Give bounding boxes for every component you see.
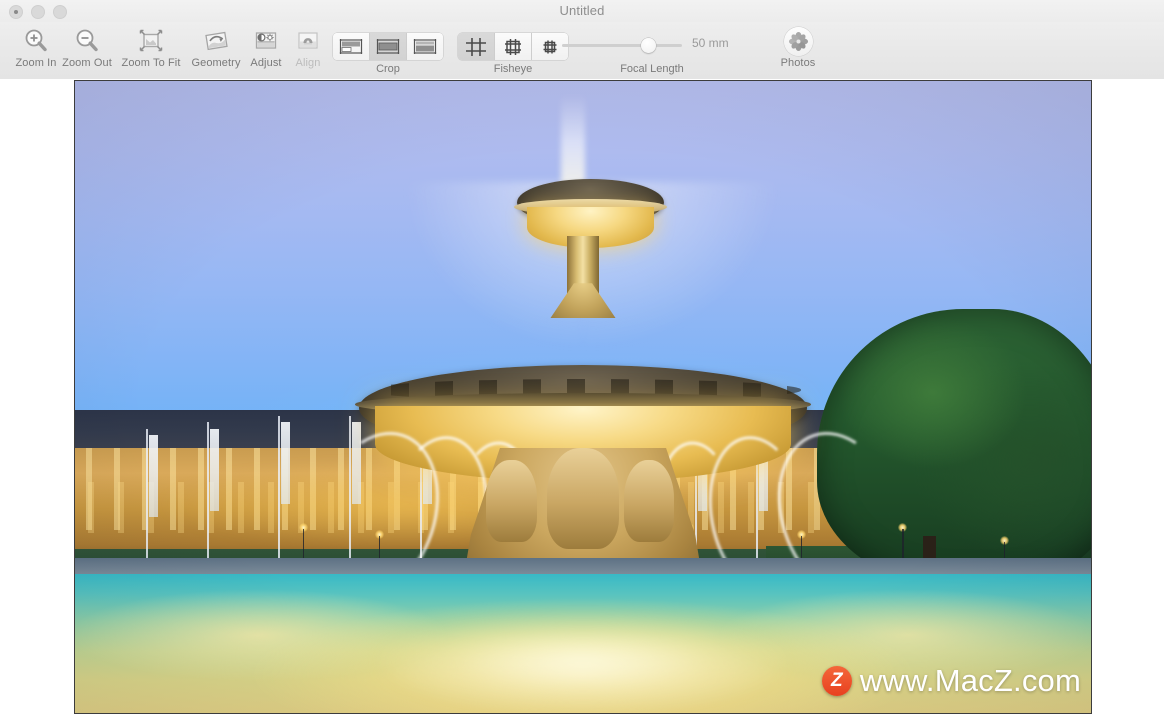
focal-length-control[interactable]: 50 mm [562,32,752,62]
focal-length-slider-track[interactable] [562,44,682,47]
toolbar-label-zoom-out: Zoom Out [62,57,112,69]
fountain-figure [486,460,538,543]
fisheye-group-label: Fisheye [493,63,533,75]
focal-length-value: 50 mm [692,36,729,50]
focal-length-slider-knob[interactable] [641,38,656,53]
watermark-text: www.MacZ.com [859,663,1081,698]
toolbar-label-geometry: Geometry [191,57,241,69]
magnifier-minus-icon [71,26,103,56]
fountain-figure [547,447,619,549]
photos-icon-wrap [782,26,814,56]
flag-pole [278,415,281,581]
align-icon [292,26,324,56]
toolbar-button-photos[interactable]: Photos [770,26,826,69]
fit-image-icon [135,26,167,56]
flag [210,428,220,511]
crop-option-top[interactable] [333,33,370,60]
photos-flower-icon [783,26,813,56]
toolbar-label-zoom-to-fit: Zoom To Fit [121,57,181,69]
crop-option-bottom[interactable] [407,33,443,60]
fountain-figure [623,460,675,543]
toolbar-label-zoom-in: Zoom In [15,57,57,69]
canvas-area[interactable]: Z www.MacZ.com [0,79,1164,715]
photo-frame[interactable]: Z www.MacZ.com [74,80,1092,714]
title-bar: Untitled [0,0,1164,22]
crop-option-middle[interactable] [370,33,407,60]
toolbar-label-photos: Photos [780,57,816,69]
toolbar-button-geometry[interactable]: Geometry [185,26,247,69]
toolbar-label-adjust: Adjust [250,57,282,69]
photo-image: Z www.MacZ.com [75,81,1091,713]
flag [149,434,159,518]
fisheye-segmented-control[interactable] [458,33,568,60]
crop-segmented-control[interactable] [333,33,443,60]
focal-length-label: Focal Length [620,63,684,75]
pool-light-reflection [379,618,787,707]
watermark: Z www.MacZ.com [821,663,1081,699]
flag [281,422,291,505]
fisheye-option-grid-medium[interactable] [495,33,532,60]
pool-edge [75,557,1091,574]
magnifier-plus-icon [20,26,52,56]
toolbar-button-zoom-out[interactable]: Zoom Out [56,26,118,69]
toolbar-button-zoom-to-fit[interactable]: Zoom To Fit [118,26,184,69]
geometry-icon [200,26,232,56]
crop-group-label: Crop [376,63,400,75]
window-title: Untitled [559,3,605,18]
adjust-icon [250,26,282,56]
toolbar-button-adjust[interactable]: Adjust [240,26,292,69]
toolbar: Zoom In Zoom Out Zoom To Fit Geometry Ad… [0,22,1164,80]
maczcom-logo-icon: Z [821,666,852,696]
toolbar-label-align: Align [295,57,321,69]
fisheye-option-grid-full[interactable] [458,33,495,60]
toolbar-button-align[interactable]: Align [286,26,330,69]
app-window: Untitled Zoom In Zoom Out Zoom To Fit Ge… [0,0,1164,715]
